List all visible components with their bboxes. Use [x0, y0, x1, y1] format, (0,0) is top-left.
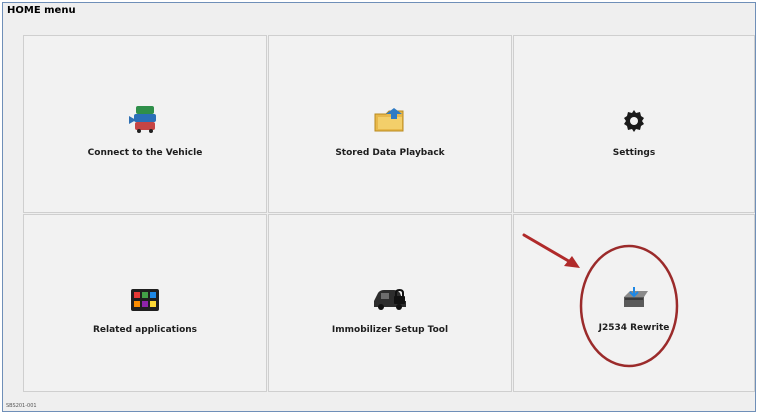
apps-grid-icon — [131, 289, 159, 311]
car-lock-icon — [374, 288, 406, 310]
tile-label: Related applications — [92, 325, 198, 335]
footer-code: SBS201-001 — [6, 403, 37, 409]
annotation-arrow — [522, 233, 580, 268]
tile-settings[interactable]: Settings — [513, 35, 755, 213]
gear-icon — [624, 110, 644, 132]
tile-related-applications[interactable]: Related applications — [23, 214, 267, 392]
vehicles-icon — [129, 106, 156, 133]
tile-immobilizer-setup-tool[interactable]: Immobilizer Setup Tool — [268, 214, 512, 392]
tile-label: Immobilizer Setup Tool — [331, 325, 449, 335]
tile-label: Settings — [612, 148, 656, 158]
annotation-circle — [579, 244, 679, 368]
tile-stored-data-playback[interactable]: Stored Data Playback — [268, 35, 512, 213]
tile-label: Connect to the Vehicle — [87, 148, 203, 158]
tile-label: Stored Data Playback — [335, 148, 445, 158]
home-menu-window: HOME menu Connect to the Vehicle Stored … — [2, 2, 756, 412]
tile-connect-to-vehicle[interactable]: Connect to the Vehicle — [23, 35, 267, 213]
folder-icon — [374, 108, 404, 132]
